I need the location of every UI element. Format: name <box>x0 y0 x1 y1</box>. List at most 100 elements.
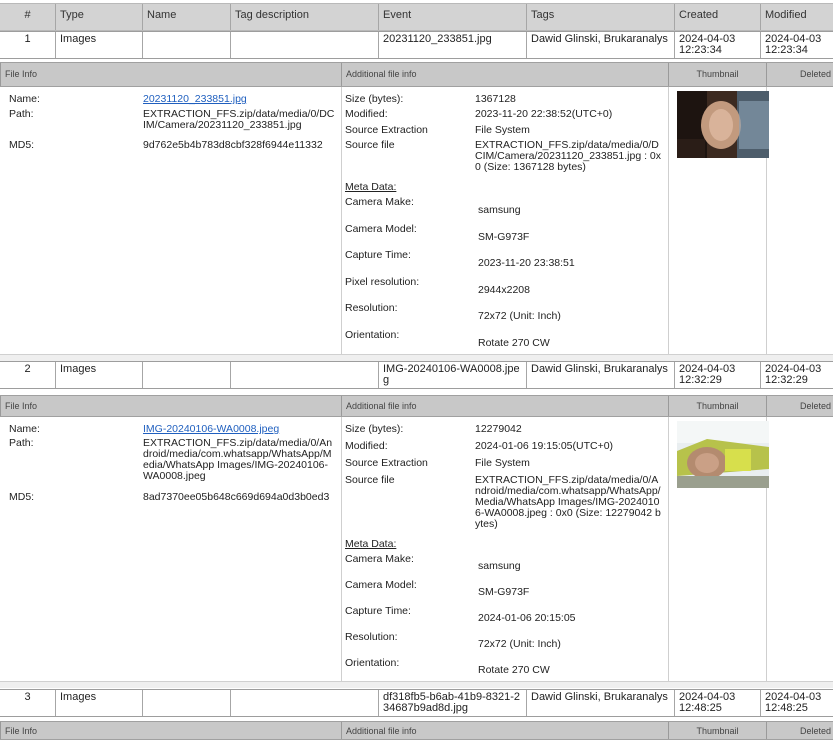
section-thumbnail: Thumbnail <box>668 396 766 416</box>
label-camera-make: Camera Make: <box>345 196 414 208</box>
row-tag-description <box>230 362 378 388</box>
row-tag-description <box>230 690 378 716</box>
row-event: df318fb5-b6ab-41b9-8321-234687b9ad8d.jpg <box>378 690 526 716</box>
resolution-value: 72x72 (Unit: Inch) <box>478 310 561 322</box>
detail-panel: Name: 20231120_233851.jpg Path: EXTRACTI… <box>0 87 833 354</box>
row-type: Images <box>55 362 142 388</box>
label-pixel-resolution: Pixel resolution: <box>345 276 420 288</box>
label-name: Name: <box>9 423 40 435</box>
detail-section-header: File Info Additional file info Thumbnail… <box>0 395 833 417</box>
label-name: Name: <box>9 93 40 105</box>
label-camera-model: Camera Model: <box>345 579 417 591</box>
file-size: 12279042 <box>475 423 522 435</box>
section-file-info: File Info <box>0 63 341 86</box>
file-md5: 8ad7370ee05b648c669d694a0d3b0ed3 <box>143 491 330 503</box>
orientation-value: Rotate 270 CW <box>478 337 550 349</box>
meta-data-title: Meta Data: <box>345 538 397 550</box>
section-thumbnail: Thumbnail <box>668 63 766 86</box>
label-source-file: Source file <box>345 139 395 151</box>
source-file-value: EXTRACTION_FFS.zip/data/media/0/Android/… <box>475 474 661 530</box>
label-capture-time: Capture Time: <box>345 605 411 617</box>
col-header-modified[interactable]: Modified <box>760 4 833 30</box>
section-thumbnail: Thumbnail <box>668 722 766 739</box>
thumbnail-image[interactable] <box>677 91 769 158</box>
file-modified: 2024-01-06 19:15:05(UTC+0) <box>475 440 614 452</box>
capture-time-value: 2023-11-20 23:38:51 <box>478 257 575 269</box>
source-file-value: EXTRACTION_FFS.zip/data/media/0/DCIM/Cam… <box>475 139 662 173</box>
file-path: EXTRACTION_FFS.zip/data/media/0/Android/… <box>143 437 333 482</box>
row-event: IMG-20240106-WA0008.jpeg <box>378 362 526 388</box>
pixel-resolution-value: 2944x2208 <box>478 284 530 296</box>
row-tags: Dawid Glinski, Brukaranalys <box>526 362 674 388</box>
label-size: Size (bytes): <box>345 423 404 435</box>
section-file-info: File Info <box>0 722 341 739</box>
capture-time-value: 2024-01-06 20:15:05 <box>478 612 576 624</box>
label-camera-model: Camera Model: <box>345 223 417 235</box>
row-modified: 2024-04-03 12:32:29 <box>760 362 833 388</box>
label-path: Path: <box>9 437 34 449</box>
row-created: 2024-04-03 12:23:34 <box>674 32 760 58</box>
label-path: Path: <box>9 108 34 120</box>
detail-section-header: File Info Additional file info Thumbnail… <box>0 721 833 740</box>
col-header-name[interactable]: Name <box>142 4 230 30</box>
row-tags: Dawid Glinski, Brukaranalys <box>526 690 674 716</box>
meta-data-title: Meta Data: <box>345 181 397 193</box>
row-type: Images <box>55 32 142 58</box>
row-name <box>142 362 230 388</box>
section-deleted: Deleted <box>766 722 833 739</box>
label-capture-time: Capture Time: <box>345 249 411 261</box>
file-path: EXTRACTION_FFS.zip/data/media/0/DCIM/Cam… <box>143 108 335 131</box>
label-orientation: Orientation: <box>345 657 400 669</box>
file-name-link[interactable]: IMG-20240106-WA0008.jpeg <box>143 424 279 435</box>
col-header-tags[interactable]: Tags <box>526 4 674 30</box>
label-camera-make: Camera Make: <box>345 553 414 565</box>
col-header-event[interactable]: Event <box>378 4 526 30</box>
row-type: Images <box>55 690 142 716</box>
table-row[interactable]: 1 Images 20231120_233851.jpg Dawid Glins… <box>0 31 833 59</box>
label-md5: MD5: <box>9 491 35 503</box>
section-file-info: File Info <box>0 396 341 416</box>
label-source-extraction: Source Extraction <box>345 457 428 469</box>
col-header-tag-description[interactable]: Tag description <box>230 4 378 30</box>
label-resolution: Resolution: <box>345 631 398 643</box>
row-tags: Dawid Glinski, Brukaranalys <box>526 32 674 58</box>
thumbnail-image[interactable] <box>677 421 769 488</box>
row-number: 2 <box>24 363 31 375</box>
section-additional-info: Additional file info <box>341 63 668 86</box>
file-modified: 2023-11-20 22:38:52(UTC+0) <box>475 108 613 120</box>
camera-model-value: SM-G973F <box>478 231 530 243</box>
file-md5: 9d762e5b4b783d8cbf328f6944e11332 <box>143 139 323 151</box>
camera-make-value: samsung <box>478 204 521 216</box>
record-separator <box>0 354 833 361</box>
table-row[interactable]: 3 Images df318fb5-b6ab-41b9-8321-234687b… <box>0 689 833 717</box>
row-number: 3 <box>24 691 31 703</box>
label-source-file: Source file <box>345 474 395 486</box>
row-name <box>142 690 230 716</box>
col-header-number[interactable]: # <box>0 4 55 30</box>
orientation-value: Rotate 270 CW <box>478 664 550 676</box>
source-extraction-value: File System <box>475 457 530 469</box>
record-separator <box>0 681 833 688</box>
resolution-value: 72x72 (Unit: Inch) <box>478 638 561 650</box>
row-created: 2024-04-03 12:48:25 <box>674 690 760 716</box>
file-size: 1367128 <box>475 93 516 105</box>
label-modified: Modified: <box>345 108 388 120</box>
row-modified: 2024-04-03 12:23:34 <box>760 32 833 58</box>
table-row[interactable]: 2 Images IMG-20240106-WA0008.jpeg Dawid … <box>0 361 833 389</box>
camera-model-value: SM-G973F <box>478 586 530 598</box>
detail-panel: Name: IMG-20240106-WA0008.jpeg Path: EXT… <box>0 417 833 681</box>
source-extraction-value: File System <box>475 124 530 136</box>
label-md5: MD5: <box>9 139 35 151</box>
section-deleted: Deleted <box>766 396 833 416</box>
file-name-link[interactable]: 20231120_233851.jpg <box>143 94 247 105</box>
label-resolution: Resolution: <box>345 302 398 314</box>
label-modified: Modified: <box>345 440 388 452</box>
detail-section-header: File Info Additional file info Thumbnail… <box>0 62 833 87</box>
row-created: 2024-04-03 12:32:29 <box>674 362 760 388</box>
label-orientation: Orientation: <box>345 329 400 341</box>
row-number: 1 <box>24 33 31 45</box>
col-header-created[interactable]: Created <box>674 4 760 30</box>
col-header-type[interactable]: Type <box>55 4 142 30</box>
table-header: # Type Name Tag description Event Tags C… <box>0 3 833 31</box>
section-additional-info: Additional file info <box>341 396 668 416</box>
